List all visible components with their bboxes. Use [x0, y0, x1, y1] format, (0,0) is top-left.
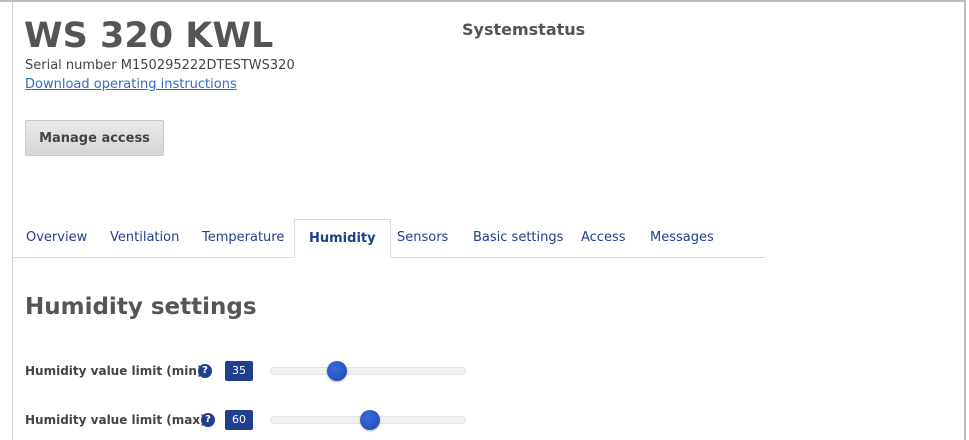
tab-overview[interactable]: Overview: [26, 219, 87, 257]
humidity-max-label: Humidity value limit (max): [25, 413, 206, 427]
tab-ventilation[interactable]: Ventilation: [110, 219, 179, 257]
section-heading: Humidity settings: [25, 294, 257, 320]
tab-access[interactable]: Access: [581, 219, 626, 257]
device-title: WS 320 KWL: [24, 16, 274, 56]
question-circle-icon[interactable]: ?: [198, 364, 212, 378]
humidity-max-value: 60: [225, 410, 253, 430]
humidity-min-slider-thumb[interactable]: [326, 361, 347, 381]
humidity-min-label: Humidity value limit (min): [25, 364, 203, 378]
humidity-min-slider-track[interactable]: [270, 367, 466, 375]
manage-access-button[interactable]: Manage access: [25, 120, 164, 156]
system-status-label: Systemstatus: [462, 20, 586, 39]
tab-messages[interactable]: Messages: [650, 219, 714, 257]
tab-bar: Overview Ventilation Temperature Humidit…: [13, 219, 765, 258]
question-circle-icon[interactable]: ?: [201, 413, 215, 427]
serial-number: Serial number M150295222DTESTWS320: [25, 58, 295, 73]
humidity-min-value: 35: [225, 361, 253, 381]
tab-humidity[interactable]: Humidity: [294, 219, 391, 258]
setting-row-humidity-max: Humidity value limit (max) ? 60: [25, 410, 485, 432]
download-instructions-link[interactable]: Download operating instructions: [25, 77, 237, 92]
tab-basic-settings[interactable]: Basic settings: [473, 219, 563, 257]
tab-sensors[interactable]: Sensors: [397, 219, 448, 257]
humidity-max-slider-thumb[interactable]: [359, 410, 380, 430]
setting-row-humidity-min: Humidity value limit (min) ? 35: [25, 361, 485, 383]
tab-temperature[interactable]: Temperature: [202, 219, 284, 257]
